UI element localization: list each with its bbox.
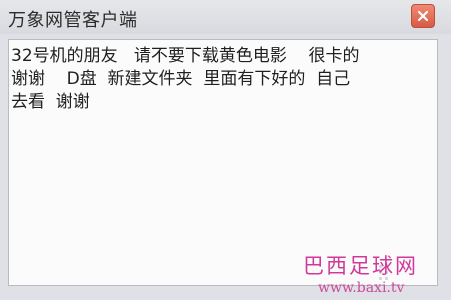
title-bar[interactable]: 万象网管客户端 — [0, 0, 451, 34]
close-button[interactable] — [411, 4, 435, 28]
watermark-logo-text: 巴西足球网 — [303, 254, 418, 278]
close-icon — [417, 10, 429, 22]
window-title: 万象网管客户端 — [8, 10, 138, 31]
watermark-url: www.baxi.tv — [318, 280, 405, 296]
message-area: 32号机的朋友 请不要下载黄色电影 很卡的 谢谢 D盘 新建文件夹 里面有下好的… — [8, 39, 438, 286]
client-window: 万象网管客户端 32号机的朋友 请不要下载黄色电影 很卡的 谢谢 D盘 新建文件… — [0, 0, 451, 300]
message-text: 32号机的朋友 请不要下载黄色电影 很卡的 谢谢 D盘 新建文件夹 里面有下好的… — [11, 46, 360, 112]
